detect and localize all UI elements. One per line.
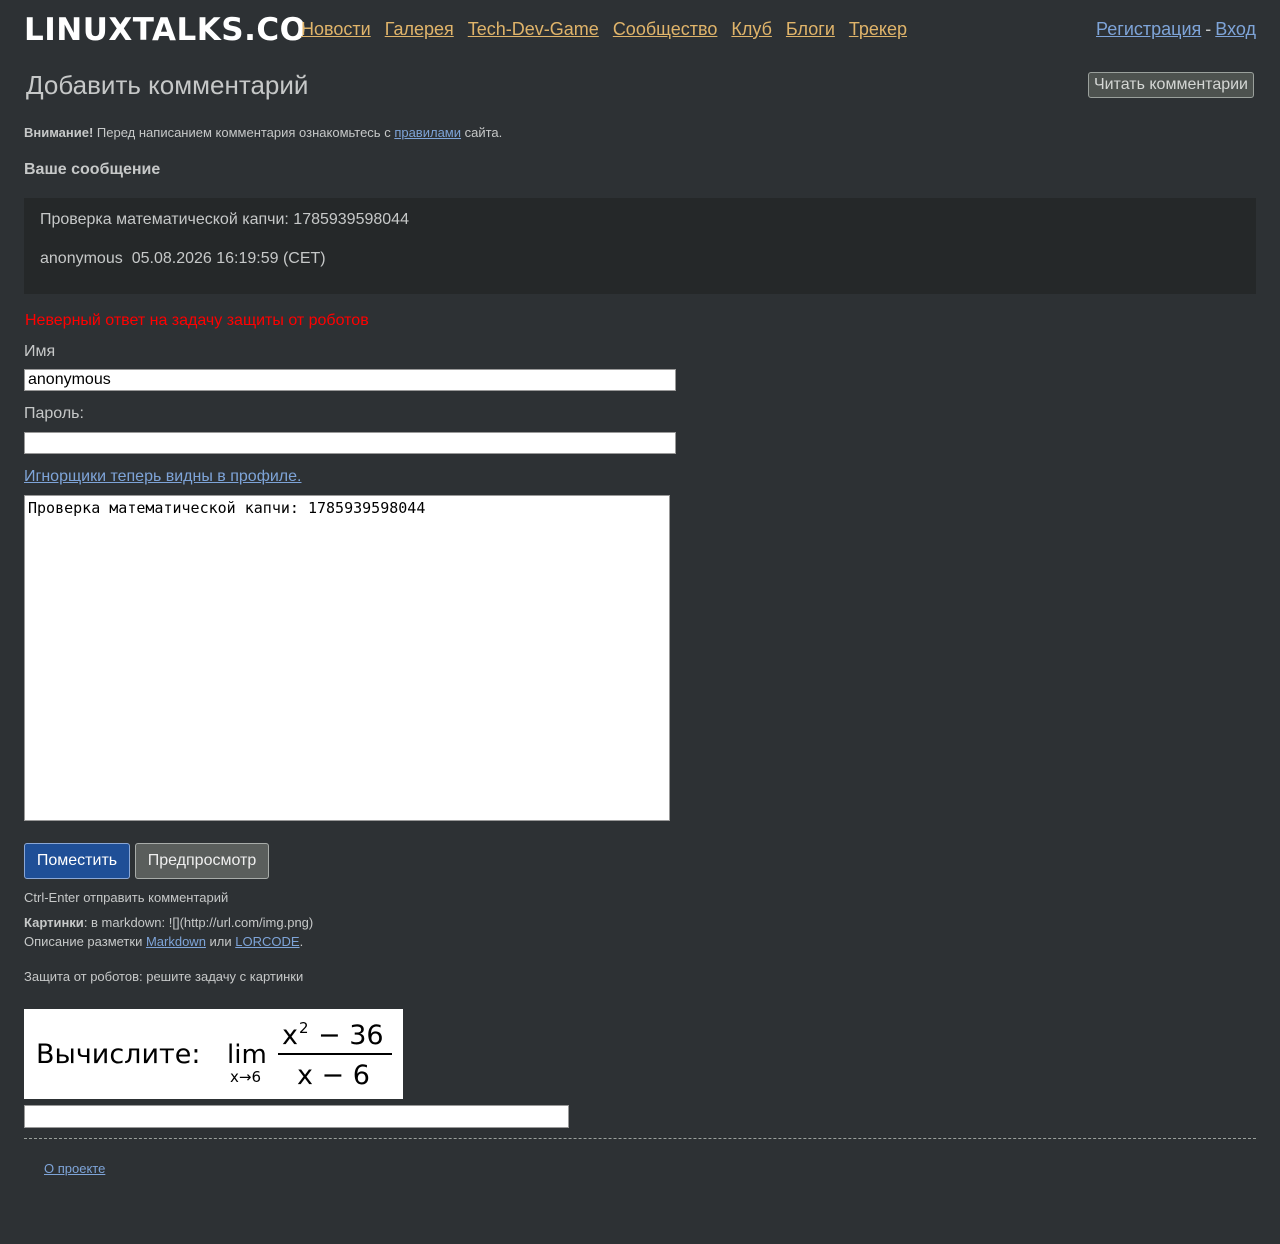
captcha-word: Вычислите: — [36, 1039, 200, 1070]
ignore-list-link[interactable]: Игнорщики теперь видны в профиле. — [24, 467, 301, 487]
site-header: LINUXTALKS.CO Новости Галерея Tech-Dev-G… — [24, 10, 1256, 50]
message-textarea[interactable]: Проверка математической капчи: 178593959… — [24, 495, 670, 821]
rules-link[interactable]: правилами — [394, 125, 461, 140]
nav-club[interactable]: Клуб — [731, 19, 772, 39]
preview-signature: anonymous 05.08.2026 16:19:59 (CET) — [40, 249, 326, 269]
your-message-heading: Ваше сообщение — [24, 161, 161, 178]
captcha-numerator-rest: − 36 — [318, 1020, 384, 1051]
nav-news[interactable]: Новости — [301, 19, 371, 39]
message-text: Проверка математической капчи: 178593959… — [28, 499, 426, 517]
captcha-denominator: x − 6 — [297, 1060, 370, 1091]
nav-gallery[interactable]: Галерея — [385, 19, 454, 39]
captcha-lim: lim — [227, 1040, 267, 1070]
name-input[interactable] — [24, 369, 676, 391]
submit-button[interactable]: Поместить — [24, 843, 130, 879]
password-label: Пароль: — [24, 405, 84, 422]
auth-links: Регистрация - Вход — [1096, 10, 1256, 48]
notice-warning: Внимание! — [24, 125, 94, 140]
lorcode-link[interactable]: LORCODE — [235, 934, 299, 949]
images-hint-bold: Картинки — [24, 915, 84, 930]
markup-hint-before: Описание разметки — [24, 934, 146, 949]
captcha-prompt: Защита от роботов: решите задачу с карти… — [24, 969, 304, 984]
page-title: Добавить комментарий — [26, 70, 309, 100]
nav-community[interactable]: Сообщество — [613, 19, 718, 39]
captcha-image: Вычислите: lim x→6 x 2 − 36 x − 6 — [24, 1009, 403, 1099]
captcha-formula: Вычислите: lim x→6 x 2 − 36 x − 6 — [24, 1009, 403, 1099]
notice-text-after: сайта. — [461, 125, 503, 140]
read-comments-button[interactable]: Читать комментарии — [1087, 72, 1254, 98]
footer-divider — [24, 1138, 1256, 1139]
markup-hint-after: . — [299, 934, 304, 949]
rules-notice: Внимание! Перед написанием комментария о… — [24, 124, 502, 142]
markdown-link[interactable]: Markdown — [146, 934, 206, 949]
nav-tech-dev-game[interactable]: Tech-Dev-Game — [468, 19, 599, 39]
preview-author: anonymous — [40, 250, 123, 267]
nav-tracker[interactable]: Трекер — [849, 19, 907, 39]
captcha-answer-input[interactable] — [24, 1105, 569, 1128]
message-preview: Проверка математической капчи: 178593959… — [24, 198, 1256, 294]
captcha-numerator-exp: 2 — [299, 1019, 309, 1037]
about-link[interactable]: О проекте — [44, 1160, 105, 1178]
captcha-lim-sub: x→6 — [230, 1068, 261, 1086]
preview-button[interactable]: Предпросмотр — [135, 843, 269, 879]
markup-hint-or: или — [205, 934, 236, 949]
password-input[interactable] — [24, 432, 676, 454]
preview-text: Проверка математической капчи: 178593959… — [40, 211, 409, 228]
captcha-error: Неверный ответ на задачу защиты от робот… — [25, 312, 369, 329]
ctrl-enter-hint: Ctrl-Enter отправить комментарий — [24, 890, 229, 905]
images-hint-text: : в markdown: ![](http://url.com/img.png… — [83, 915, 314, 930]
main-nav: Новости Галерея Tech-Dev-Game Сообщество… — [301, 10, 916, 48]
name-label: Имя — [24, 343, 56, 360]
images-hint: Картинки: в markdown: ![](http://url.com… — [24, 913, 313, 932]
notice-text-before: Перед написанием комментария ознакомьтес… — [93, 125, 395, 140]
login-link[interactable]: Вход — [1215, 19, 1256, 39]
auth-separator: - — [1205, 19, 1212, 39]
site-logo[interactable]: LINUXTALKS.CO — [24, 10, 307, 50]
markup-hint: Описание разметки Markdown или LORCODE. — [24, 932, 303, 951]
register-link[interactable]: Регистрация — [1096, 19, 1201, 39]
nav-blogs[interactable]: Блоги — [786, 19, 835, 39]
preview-date: 05.08.2026 16:19:59 (CET) — [131, 250, 326, 267]
captcha-numerator-base: x — [282, 1020, 298, 1051]
